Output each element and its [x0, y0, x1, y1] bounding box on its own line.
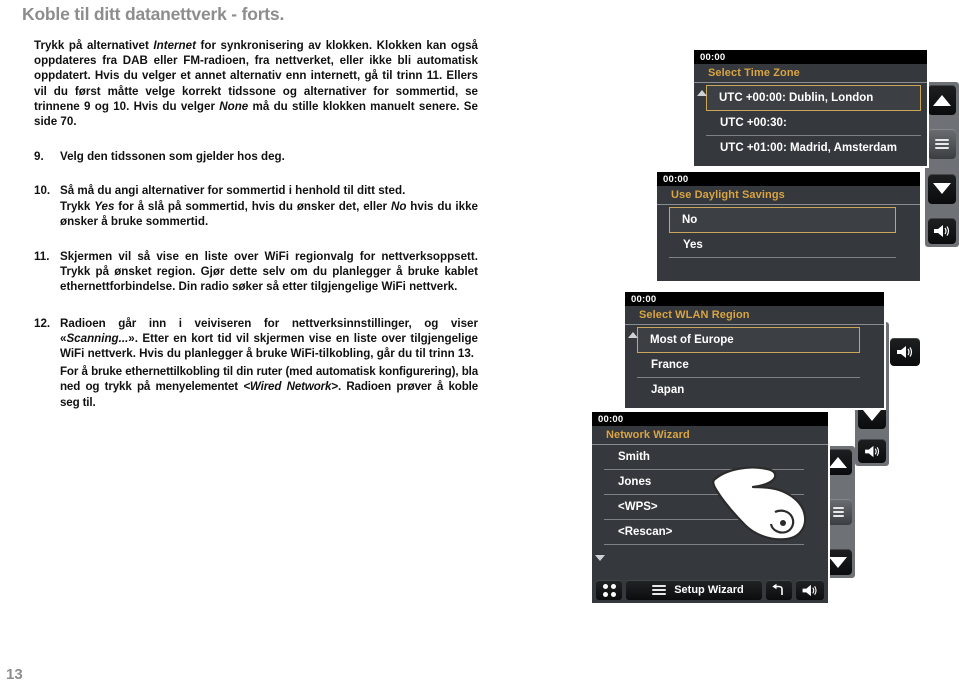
menu-list: UTC +00:00: Dublin, London UTC +00:30: U… [694, 85, 927, 160]
list-item-daylight-no[interactable]: No [669, 207, 896, 233]
screen-title: Use Daylight Savings [657, 186, 920, 205]
intro-part-1: Trykk på alternativet [34, 39, 154, 52]
scroll-up-button[interactable] [928, 85, 956, 115]
menu-list: Smith Jones <WPS> <Rescan> > [592, 445, 828, 570]
status-bar-clock: 00:00 [657, 172, 920, 186]
step-body: Radioen går inn i veiviseren for nettver… [60, 316, 478, 410]
intro-emphasis-none: None [219, 99, 249, 113]
hamburger-menu-icon [832, 507, 844, 517]
step-body: Skjermen vil så vise en liste over WiFi … [60, 249, 478, 295]
menu-list: Most of Europe France Japan [625, 327, 884, 402]
list-item-region-2[interactable]: Japan [637, 378, 860, 402]
volume-button[interactable] [796, 580, 824, 600]
screen-use-daylight-savings: 00:00 Use Daylight Savings No Yes [655, 170, 922, 283]
speaker-icon [897, 346, 913, 358]
list-item-daylight-yes[interactable]: Yes [669, 233, 896, 258]
instruction-text-column: Trykk på alternativet Internet for synkr… [34, 38, 478, 410]
setup-wizard-button[interactable]: Setup Wizard [626, 580, 762, 600]
back-button[interactable] [766, 580, 792, 600]
status-bar-clock: 00:00 [592, 412, 828, 426]
scroll-indicator-down-icon [595, 555, 605, 561]
list-item-region-1[interactable]: France [637, 353, 860, 378]
step-number: 9. [34, 150, 44, 164]
step-emphasis-no: No [390, 199, 407, 213]
step-body: Velg den tidssonen som gjelder hos deg. [60, 149, 478, 164]
list-item-time-zone-1[interactable]: UTC +00:30: [706, 111, 921, 136]
step-line: Velg den tidssonen som gjelder hos deg. [60, 150, 285, 164]
speaker-icon [802, 584, 817, 596]
list-item-network-2[interactable]: <WPS> [604, 495, 804, 520]
screen-select-wlan-region: 00:00 Select WLAN Region Most of Europe … [623, 290, 886, 410]
triangle-up-icon [933, 94, 951, 106]
list-item-network-3[interactable]: <Rescan> [604, 520, 804, 545]
volume-button[interactable] [928, 217, 956, 244]
step-line: Radioen går inn i veiviseren for nettver… [60, 316, 478, 362]
step-emphasis-scanning: Scanning... [66, 331, 129, 345]
page-number: 13 [6, 666, 23, 683]
triangle-down-icon [863, 409, 881, 421]
status-bar-clock: 00:00 [625, 292, 884, 306]
menu-list: No Yes [657, 207, 920, 258]
step-line: Skjermen vil så vise en liste over WiFi … [60, 250, 478, 294]
screen-select-time-zone: 00:00 Select Time Zone UTC +00:00: Dubli… [692, 48, 929, 168]
screen-title: Network Wizard [592, 426, 828, 445]
triangle-down-icon [829, 556, 847, 568]
setup-wizard-label: Setup Wizard [674, 584, 744, 596]
step-number: 11. [34, 250, 50, 264]
status-bar-clock: 00:00 [694, 50, 927, 64]
screen-network-wizard: 00:00 Network Wizard Smith Jones <WPS> <… [590, 410, 830, 605]
step-text-pre: Trykk [60, 199, 95, 213]
screen-title: Select WLAN Region [625, 306, 884, 325]
page-title: Koble til ditt datanettverk - forts. [22, 4, 285, 24]
triangle-down-icon [933, 183, 951, 195]
hamburger-menu-icon [652, 585, 667, 595]
step-text-mid: for å slå på sommertid, hvis du ønsker d… [114, 199, 391, 213]
speaker-icon [934, 224, 950, 237]
menu-button[interactable] [928, 129, 956, 160]
list-item-network-0[interactable]: Smith [604, 445, 804, 470]
list-item: 9. Velg den tidssonen som gjelder hos de… [34, 149, 478, 164]
volume-button-wlan-side[interactable] [890, 338, 920, 366]
hamburger-menu-icon [935, 139, 949, 150]
manual-page: Koble til ditt datanettverk - forts. Try… [0, 0, 959, 699]
scroll-indicator-up-icon [697, 90, 707, 96]
list-item-time-zone-0[interactable]: UTC +00:00: Dublin, London [706, 85, 921, 111]
intro-emphasis-internet: Internet [153, 39, 196, 52]
step-line: Trykk Yes for å slå på sommertid, hvis d… [60, 199, 478, 229]
step-line: Så må du angi alternativer for sommertid… [60, 184, 406, 198]
step-number: 10. [34, 184, 51, 198]
list-item-network-1[interactable]: Jones [604, 470, 804, 495]
step-body: Så må du angi alternativer for sommertid… [60, 183, 478, 229]
back-arrow-icon [772, 583, 783, 595]
list-item-region-0[interactable]: Most of Europe [637, 327, 860, 353]
intro-paragraph: Trykk på alternativet Internet for synkr… [34, 38, 478, 129]
grid-dots-icon [602, 583, 616, 597]
volume-button[interactable] [858, 439, 886, 463]
step-number: 12. [34, 316, 51, 330]
scroll-indicator-up-icon [628, 332, 638, 338]
step-line: For å bruke ethernettilkobling til din r… [60, 364, 478, 410]
list-item: 11. Skjermen vil så vise en liste over W… [34, 249, 478, 295]
screen-title: Select Time Zone [694, 64, 927, 83]
list-item: 12. Radioen går inn i veiviseren for net… [34, 316, 478, 410]
step-emphasis-yes: Yes [94, 199, 115, 213]
triangle-up-icon [829, 456, 847, 468]
device-button-column-time-zone [925, 82, 959, 247]
chevron-right-icon: > [785, 508, 802, 525]
bottom-toolbar: Setup Wizard [592, 577, 828, 603]
list-item: 10. Så må du angi alternativer for somme… [34, 183, 478, 229]
list-item-time-zone-2[interactable]: UTC +01:00: Madrid, Amsterdam [706, 136, 921, 160]
speaker-icon [864, 445, 879, 457]
home-grid-button[interactable] [596, 580, 622, 600]
scroll-down-button[interactable] [928, 173, 956, 204]
step-emphasis-wired-network: <Wired Network> [243, 380, 338, 394]
